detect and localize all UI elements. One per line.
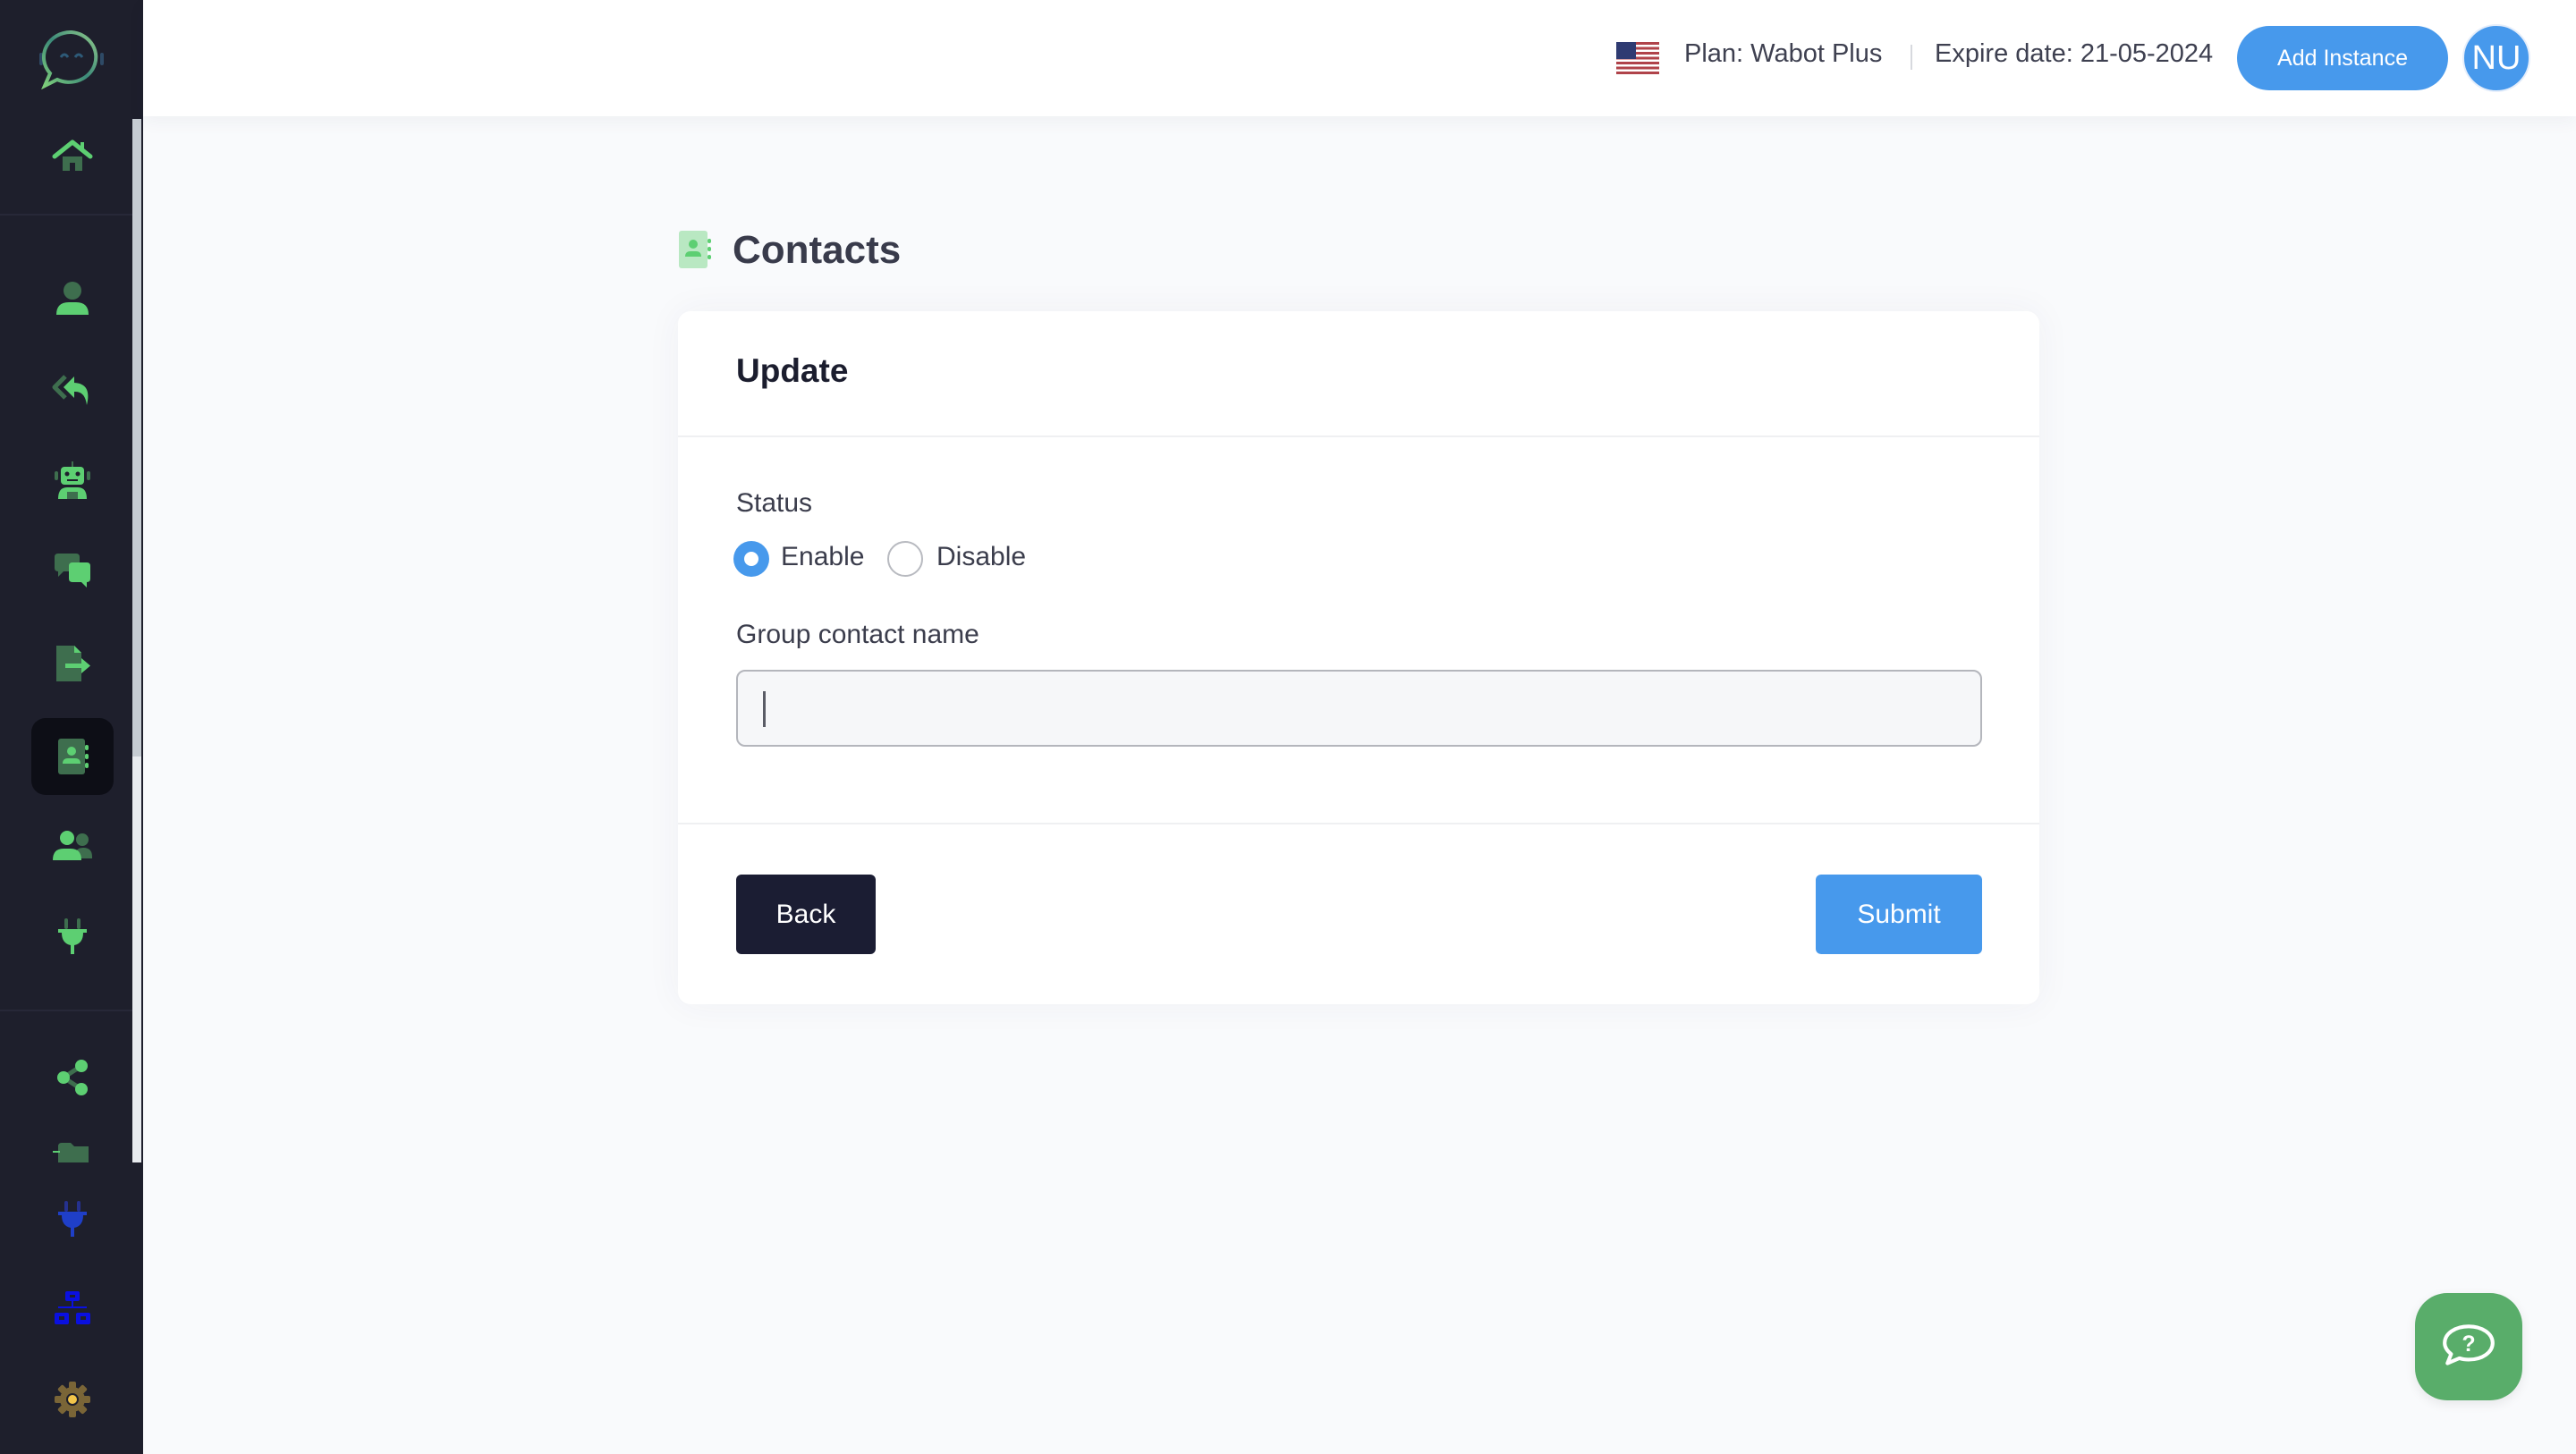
sidebar-item-users[interactable] — [31, 807, 114, 884]
sidebar-item-share[interactable] — [31, 1039, 114, 1116]
add-instance-button[interactable]: Add Instance — [2237, 26, 2448, 90]
status-enable-radio[interactable] — [733, 541, 769, 577]
home-icon — [52, 139, 93, 171]
share-nodes-icon — [57, 1060, 88, 1095]
card-title: Update — [736, 352, 849, 389]
user-icon — [56, 282, 89, 315]
user-avatar[interactable]: NU — [2462, 24, 2530, 92]
plug-icon — [58, 1201, 87, 1237]
sitemap-icon — [55, 1291, 90, 1324]
submit-button[interactable]: Submit — [1816, 875, 1982, 954]
plug-icon — [58, 918, 87, 954]
card-footer-divider — [678, 823, 2039, 824]
status-disable-radio[interactable] — [887, 541, 923, 577]
sidebar-item-export[interactable] — [31, 625, 114, 702]
status-label: Status — [736, 488, 813, 518]
address-book-icon — [58, 739, 89, 774]
card-header-divider — [678, 435, 2039, 437]
update-contact-card: Update Status Enable Disable Group conta… — [678, 311, 2039, 1004]
text-caret — [763, 691, 766, 727]
address-book-icon — [679, 231, 711, 268]
group-contact-name-input[interactable] — [736, 670, 1982, 747]
sidebar-divider — [0, 1010, 132, 1011]
sidebar-item-files[interactable] — [31, 1117, 114, 1162]
robot-icon — [55, 461, 90, 499]
status-enable-label[interactable]: Enable — [781, 542, 864, 572]
plan-label: Plan: Wabot Plus — [1684, 39, 1883, 68]
chatbot-logo-icon — [39, 30, 104, 90]
help-chat-button[interactable]: ? — [2415, 1293, 2522, 1400]
sidebar — [0, 0, 143, 1454]
sidebar-item-plugins[interactable] — [31, 1180, 114, 1257]
comments-icon — [55, 554, 90, 588]
svg-text:?: ? — [2462, 1332, 2475, 1357]
file-export-icon — [56, 646, 90, 681]
page-title: Contacts — [733, 228, 902, 272]
sidebar-item-chatbot[interactable] — [31, 443, 114, 520]
app-logo[interactable] — [39, 29, 104, 90]
status-disable-label[interactable]: Disable — [936, 542, 1026, 572]
sidebar-item-integrations[interactable] — [31, 898, 114, 975]
reply-all-icon — [52, 375, 89, 405]
sidebar-item-sitemap[interactable] — [31, 1271, 114, 1348]
sidebar-item-chat[interactable] — [31, 533, 114, 610]
sidebar-item-profile[interactable] — [31, 260, 114, 337]
back-button[interactable]: Back — [736, 875, 876, 954]
sidebar-scroll-area — [0, 116, 143, 1162]
header-separator — [1911, 45, 1912, 70]
help-chat-icon: ? — [2443, 1324, 2495, 1365]
users-icon — [53, 831, 92, 860]
expire-date-label: Expire date: 21-05-2024 — [1935, 39, 2214, 68]
gear-icon — [55, 1382, 90, 1417]
sidebar-item-auto-reply[interactable] — [31, 351, 114, 427]
group-contact-name-label: Group contact name — [736, 620, 979, 649]
contacts-title-icon — [679, 231, 711, 268]
sidebar-item-contacts[interactable] — [31, 718, 114, 795]
sidebar-item-home[interactable] — [31, 118, 114, 195]
sidebar-divider — [0, 214, 132, 216]
us-flag-icon[interactable] — [1616, 42, 1659, 74]
sidebar-item-settings[interactable] — [31, 1361, 114, 1438]
folder-icon — [53, 1143, 89, 1162]
